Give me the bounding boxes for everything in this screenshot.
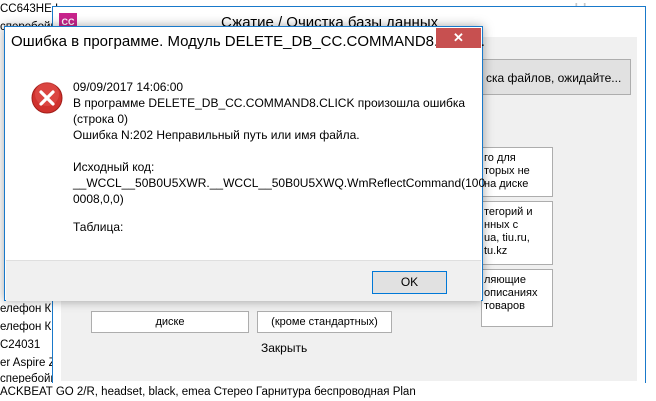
list-item[interactable]: елефон К [0, 318, 51, 336]
side-button-2[interactable]: тегорий и нных с ua, tiu.ru, tu.kz [481, 201, 553, 265]
error-line-1: В программе DELETE_DB_CC.COMMAND8.CLICK … [73, 96, 466, 110]
close-icon: ✕ [453, 30, 464, 45]
error-line-3: Ошибка N:202 Неправильный путь или имя ф… [73, 128, 360, 142]
close-button[interactable]: ✕ [436, 28, 481, 48]
dialog-title: Ошибка в программе. Модуль DELETE_DB_CC.… [11, 33, 485, 50]
source-label: Исходный код: [73, 160, 155, 174]
dialog-titlebar[interactable]: Ошибка в программе. Модуль DELETE_DB_CC.… [5, 27, 485, 57]
source-line-1: __WCCL__50B0U5XWR.__WCCL__50B0U5XWQ.WmRe… [73, 176, 486, 190]
dialog-footer: OK [6, 260, 481, 301]
background-bottom-row: ACKBEAT GO 2/R, headset, black, emea Сте… [0, 383, 656, 401]
source-line-2: 0008,0,0) [73, 192, 124, 206]
lower-button-standard[interactable]: (кроме стандартных) [257, 311, 392, 333]
search-files-button[interactable]: ска файлов, ожидайте... [481, 59, 631, 95]
list-item[interactable]: C24031 [0, 336, 40, 354]
error-dialog: Ошибка в программе. Модуль DELETE_DB_CC.… [4, 26, 485, 301]
error-line-2: (строка 0) [73, 112, 129, 126]
ok-button[interactable]: OK [372, 271, 447, 294]
table-label: Таблица: [73, 220, 124, 234]
list-item[interactable]: елефон К [0, 300, 51, 318]
lower-button-disk[interactable]: диске [91, 311, 249, 333]
side-button-3[interactable]: ляющие описаниях товаров [481, 269, 553, 327]
side-button-1[interactable]: го для торых не на диске [481, 147, 553, 197]
close-link[interactable]: Закрыть [261, 341, 307, 355]
error-timestamp: 09/09/2017 14:06:00 [73, 80, 184, 94]
dialog-content: 09/09/2017 14:06:00 В программе DELETE_D… [6, 57, 485, 259]
error-icon [31, 82, 63, 114]
